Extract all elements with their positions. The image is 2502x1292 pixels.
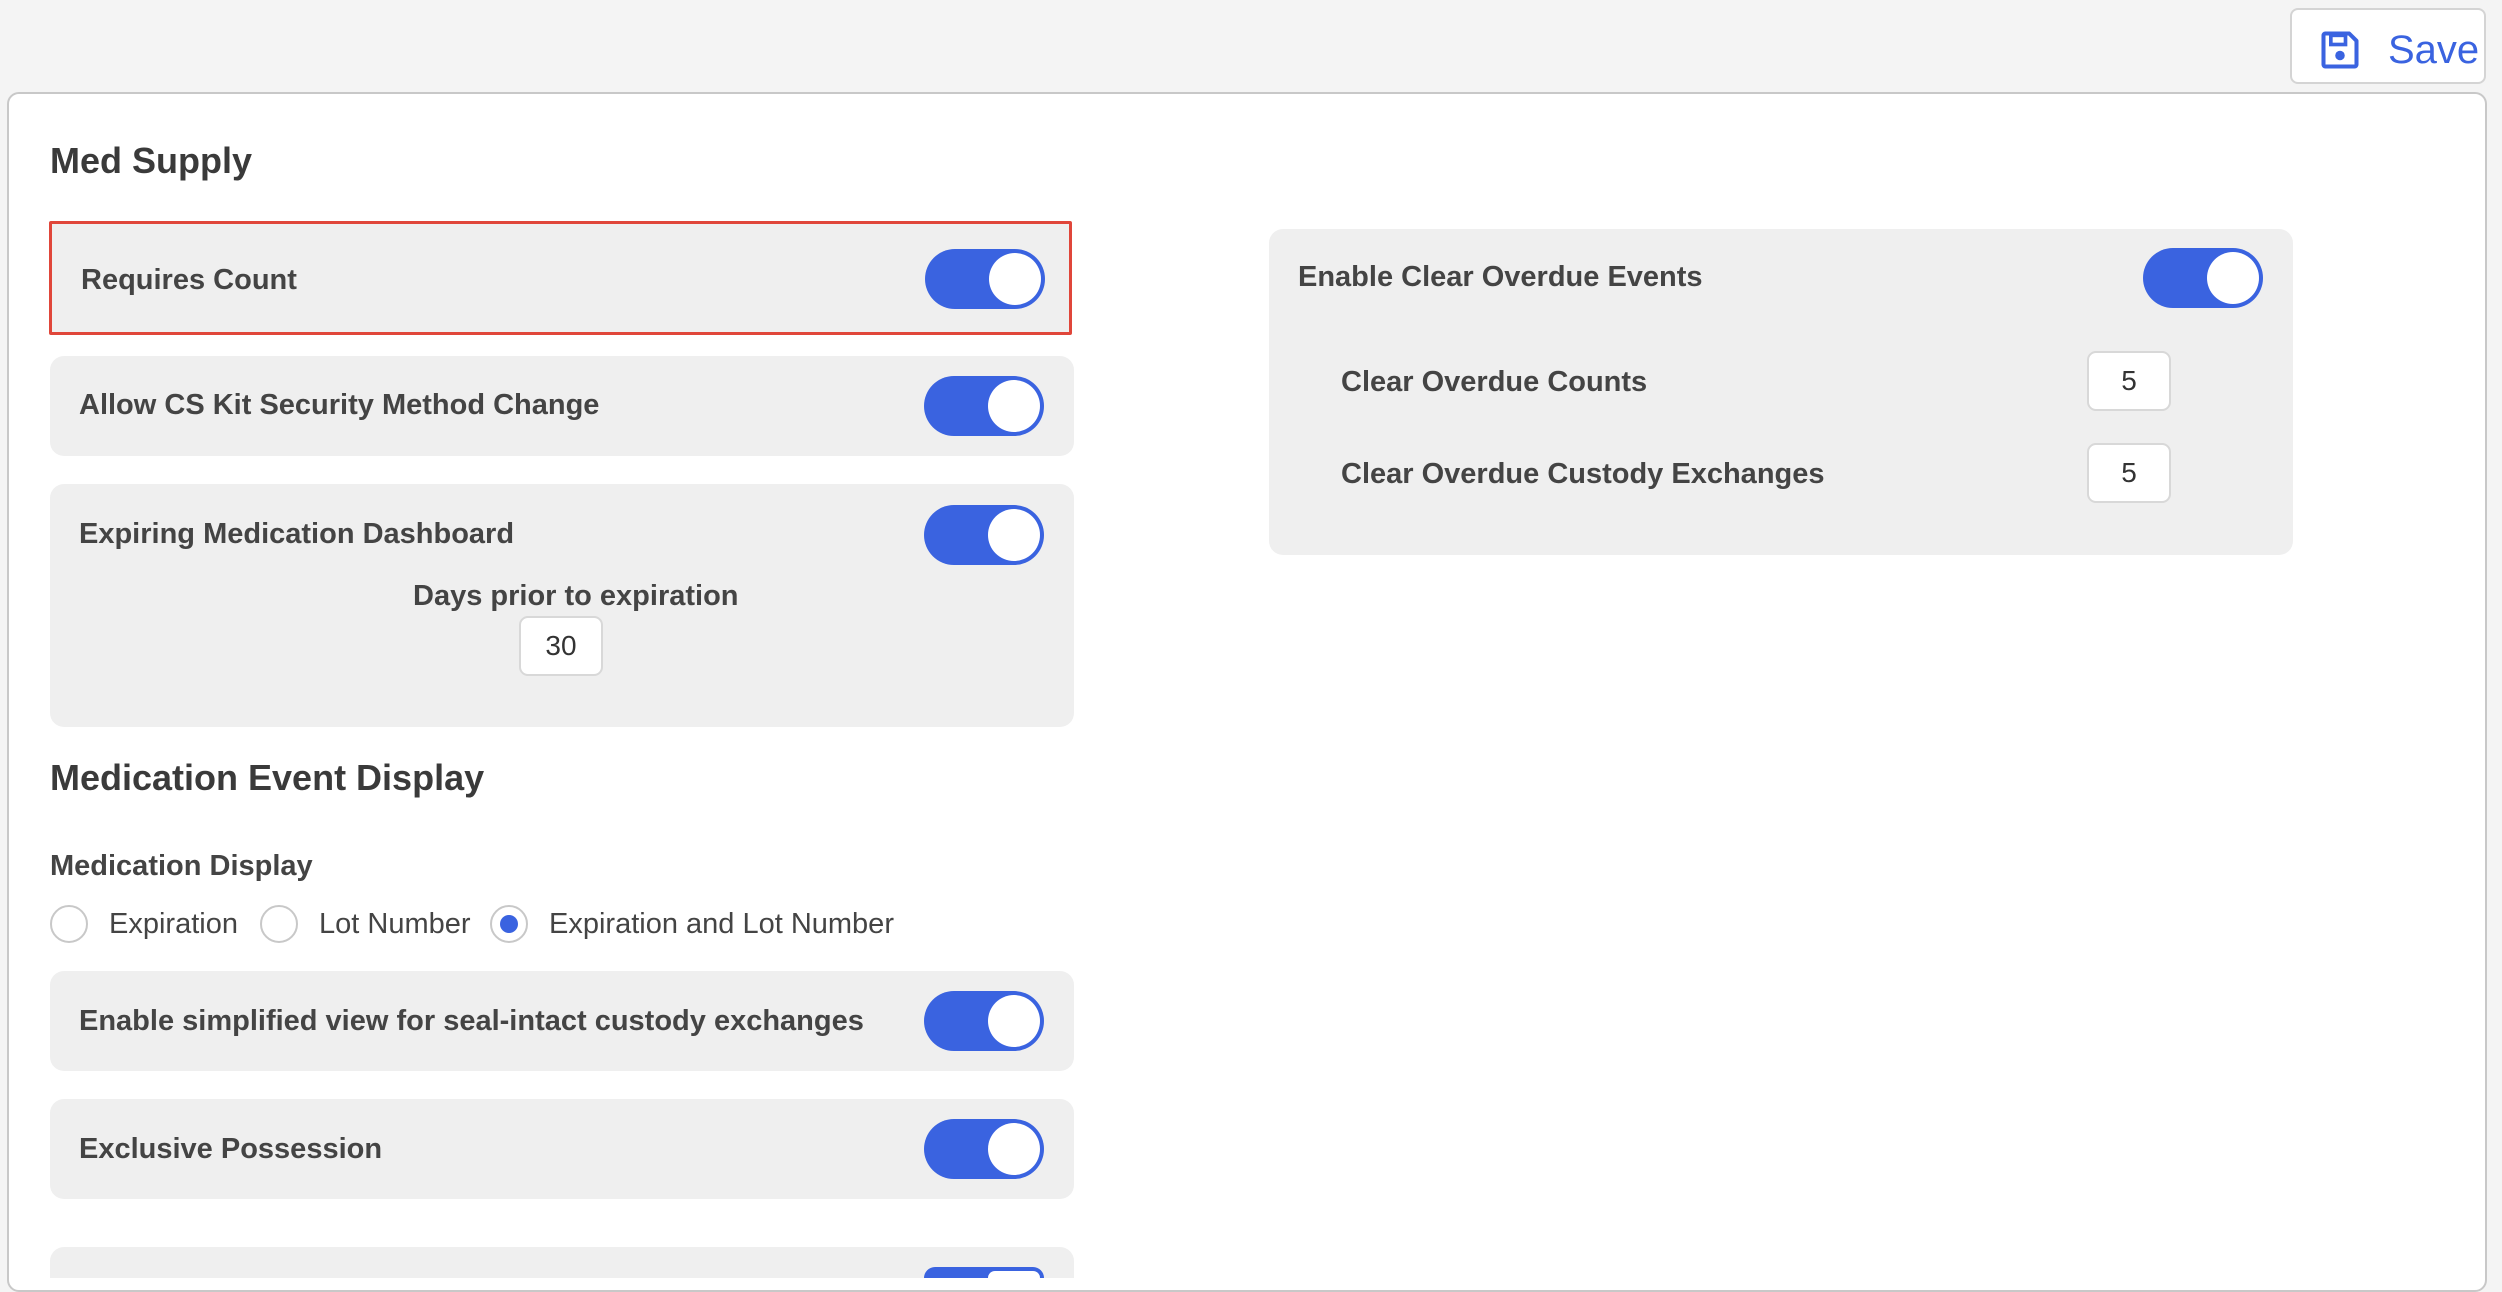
requires-count-toggle[interactable]: [925, 249, 1045, 309]
clear-overdue-card: Enable Clear Overdue Events Clear Overdu…: [1269, 229, 2293, 555]
expiring-dashboard-card: Expiring Medication Dashboard Days prior…: [50, 484, 1074, 727]
days-prior-input[interactable]: 30: [519, 616, 603, 676]
clear-overdue-toggle[interactable]: [2143, 248, 2263, 308]
requires-count-label: Requires Count: [81, 264, 297, 296]
clear-overdue-custody-input[interactable]: 5: [2087, 443, 2171, 503]
cs-kit-row: Allow CS Kit Security Method Change: [50, 356, 1074, 456]
exclusive-possession-toggle[interactable]: [924, 1119, 1044, 1179]
simplified-view-row: Enable simplified view for seal-intact c…: [50, 971, 1074, 1071]
requires-count-row: Requires Count: [49, 221, 1072, 335]
radio-expiration-and-lot[interactable]: [490, 905, 528, 943]
radio-lot-number-label: Lot Number: [319, 908, 471, 940]
partial-setting-toggle[interactable]: [924, 1267, 1044, 1278]
radio-expiration[interactable]: [50, 905, 88, 943]
floppy-disk-icon: [2321, 31, 2359, 69]
medication-display-label: Medication Display: [50, 850, 313, 882]
expiring-dashboard-toggle[interactable]: [924, 505, 1044, 565]
radio-expiration-and-lot-label: Expiration and Lot Number: [549, 908, 894, 940]
clear-overdue-counts-input[interactable]: 5: [2087, 351, 2171, 411]
event-display-heading: Medication Event Display: [50, 757, 485, 798]
med-supply-heading: Med Supply: [50, 140, 253, 181]
save-button-label: Save: [2388, 28, 2480, 72]
cs-kit-label: Allow CS Kit Security Method Change: [79, 389, 600, 421]
cs-kit-toggle[interactable]: [924, 376, 1044, 436]
expiring-dashboard-label: Expiring Medication Dashboard: [79, 518, 515, 550]
clear-overdue-label: Enable Clear Overdue Events: [1298, 261, 1703, 293]
exclusive-possession-label: Exclusive Possession: [79, 1133, 383, 1165]
radio-expiration-label: Expiration: [109, 908, 238, 940]
exclusive-possession-row: Exclusive Possession: [50, 1099, 1074, 1199]
top-toolbar: Save: [0, 0, 2502, 94]
radio-lot-number[interactable]: [260, 905, 298, 943]
clear-overdue-counts-label: Clear Overdue Counts: [1341, 366, 1648, 398]
simplified-view-toggle[interactable]: [924, 991, 1044, 1051]
save-button[interactable]: Save: [2290, 8, 2486, 84]
days-prior-label: Days prior to expiration: [413, 580, 739, 612]
partial-setting-row: [50, 1247, 1074, 1278]
clear-overdue-custody-label: Clear Overdue Custody Exchanges: [1341, 458, 1825, 490]
simplified-view-label: Enable simplified view for seal-intact c…: [79, 1005, 864, 1037]
